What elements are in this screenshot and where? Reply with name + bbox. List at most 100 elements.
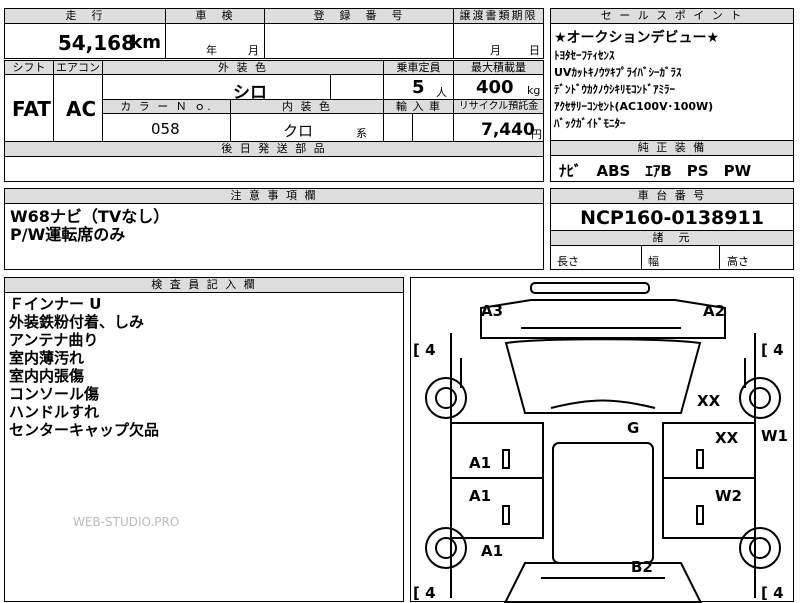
mark-a1-2: A1 (469, 487, 491, 505)
int-color-suffix: 系 (356, 127, 367, 140)
registration-cell (264, 23, 454, 59)
shift-cell: FAT (4, 74, 54, 142)
specs-box: 長さ 幅 高さ (550, 245, 794, 270)
wheel-rear-right (739, 527, 781, 569)
inspection-year-unit: 年 (206, 44, 217, 57)
chassis-box: NCP160-0138911 (550, 203, 794, 231)
spec-height-label: 高さ (727, 255, 749, 268)
capacity-unit: 人 (436, 86, 447, 99)
inspector-notes: Ｆインナー U 外装鉄粉付着、しみ アンテナ曲り 室内薄汚れ 室内内張傷 コンソール傷 ハン… (9, 295, 403, 439)
hood-lines (521, 327, 681, 339)
shift-value: FAT (12, 97, 51, 121)
sales-point-line: UVｶｯﾄｷﾉｳﾂｷﾌﾟﾗｲﾊﾞｼｰｶﾞﾗｽ (554, 66, 682, 79)
handle-rear-left (502, 505, 510, 525)
mark-a2: A2 (703, 302, 725, 320)
hub-rear-left (435, 537, 457, 559)
import-header: 輸 入 車 (383, 99, 454, 114)
ext-color-header: 外 装 色 (102, 60, 384, 75)
aircon-value: AC (66, 97, 97, 121)
int-color-header: 内 装 色 (230, 99, 384, 114)
mark-xx-2: XX (715, 429, 739, 447)
mileage-unit: km (130, 32, 161, 53)
recycle-value: 7,440 (481, 120, 535, 140)
int-color-cell: クロ 系 (230, 113, 384, 142)
transfer-cell: 月 日 (453, 23, 544, 59)
inspection-header: 車 検 (165, 8, 265, 24)
caution-line-1: W68ナビ（TVなし） (10, 207, 170, 226)
wheel-front-left (425, 377, 467, 419)
hub-front-right (749, 387, 771, 409)
front-bumper-shape (530, 282, 650, 294)
inspector-note-line: アンテナ曲り (9, 331, 99, 349)
windshield-shape (504, 338, 702, 414)
inspection-month-unit: 月 (248, 44, 259, 57)
aircon-header: エアコン (53, 60, 103, 75)
capacity-header: 乗車定員 (383, 60, 454, 75)
transfer-month-unit: 月 (490, 44, 501, 57)
max-load-header: 最大積載量 (453, 60, 544, 75)
inspector-note-line: コンソール傷 (9, 385, 100, 403)
sales-point-line: ★オークションデビュー★ (554, 30, 720, 46)
ext-color-sub-cell (330, 74, 384, 100)
handle-front-left (502, 449, 510, 469)
transfer-header: 譲渡書類期限 (453, 8, 544, 24)
hub-rear-right (749, 537, 771, 559)
color-no-cell: 058 (102, 113, 231, 142)
mark-a1-3: A1 (481, 542, 503, 560)
aircon-cell: AC (53, 74, 103, 142)
roof-shape (552, 442, 654, 564)
inspector-note-line: 外装鉄粉付着、しみ (9, 313, 145, 331)
mileage-header: 走 行 (4, 8, 166, 24)
mark-w2: W2 (715, 487, 742, 505)
color-no-value: 058 (151, 120, 180, 138)
door-front-right (662, 422, 756, 479)
int-color-value: クロ (283, 122, 314, 140)
spec-width-label: 幅 (648, 255, 659, 268)
mark-a3: A3 (481, 302, 503, 320)
recycle-cell: 7,440 円 (453, 113, 544, 142)
color-no-header: カ ラ ー Ｎ ｏ. (102, 99, 231, 114)
hood-shape (480, 299, 726, 339)
max-load-cell: 400 kg (453, 74, 544, 100)
caution-header: 注 意 事 項 欄 (4, 188, 544, 204)
spec-width-cell: 幅 (641, 245, 720, 270)
inspector-header: 検 査 員 記 入 欄 (4, 277, 404, 293)
wheel-front-right (739, 377, 781, 419)
sales-point-line: ﾊﾞｯｸｶﾞｲﾄﾞﾓﾆﾀｰ (554, 117, 626, 130)
recycle-unit: 円 (531, 128, 542, 141)
sales-point-line: ﾄﾖﾀｾｰﾌﾃｨｾﾝｽ (554, 49, 615, 62)
inspector-note-line: センターキャップ欠品 (9, 421, 160, 439)
equipment-header: 純 正 装 備 (550, 140, 794, 156)
shift-header: シフト (4, 60, 54, 75)
shipping-cell (4, 156, 544, 182)
watermark-text: WEB-STUDIO.PRO (73, 515, 180, 529)
mirror-lines (460, 358, 746, 388)
ext-color-cell: シロ (102, 74, 384, 103)
max-load-unit: kg (527, 84, 541, 97)
chassis-header: 車 台 番 号 (550, 188, 794, 204)
wheel-rear-left (425, 527, 467, 569)
specs-header: 諸 元 (550, 230, 794, 246)
spec-length-label: 長さ (557, 255, 579, 268)
inspector-note-line: Ｆインナー U (9, 295, 102, 313)
inspector-box: Ｆインナー U 外装鉄粉付着、しみ アンテナ曲り 室内薄汚れ 室内内張傷 コンソール傷 ハン… (4, 292, 404, 602)
sales-header: セ ー ル ス ポ イ ン ト (550, 8, 794, 24)
mileage-cell: 54,168 km (4, 23, 166, 59)
equipment-value: ﾅﾋﾞ ABS ｴｱB PS PW (559, 162, 752, 180)
registration-header: 登 録 番 号 (264, 8, 454, 24)
inspector-note-line: 室内内張傷 (9, 367, 85, 385)
sales-points-list: ★オークションデビュー★ ﾄﾖﾀｾｰﾌﾃｨｾﾝｽ UVｶｯﾄｷﾉｳﾂｷﾌﾟﾗｲﾊﾞｼ… (554, 30, 793, 132)
tire-mark-front-right: [ 4 (761, 341, 784, 359)
mark-b2: B2 (631, 558, 653, 576)
import-sub-cell (412, 113, 454, 142)
car-diagram-box: A3 A2 XX G XX W1 A1 A1 W2 A1 B2 [ 4 [ 4 … (410, 277, 794, 603)
shipping-header: 後 日 発 送 部 品 (4, 141, 544, 157)
max-load-value: 400 (476, 77, 514, 98)
rear-glass-shape (503, 562, 703, 603)
equipment-box: ﾅﾋﾞ ABS ｴｱB PS PW (550, 155, 794, 182)
sales-point-line: ﾃﾞﾝﾄﾞｳｶｸﾉｳｼｷﾘﾓｺﾝﾄﾞｱﾐﾗｰ (554, 83, 675, 96)
mark-g: G (627, 419, 639, 437)
car-diagram: A3 A2 XX G XX W1 A1 A1 W2 A1 B2 [ 4 [ 4 … (413, 282, 788, 603)
door-rear-left (450, 477, 544, 539)
mileage-value: 54,168 (57, 31, 135, 55)
